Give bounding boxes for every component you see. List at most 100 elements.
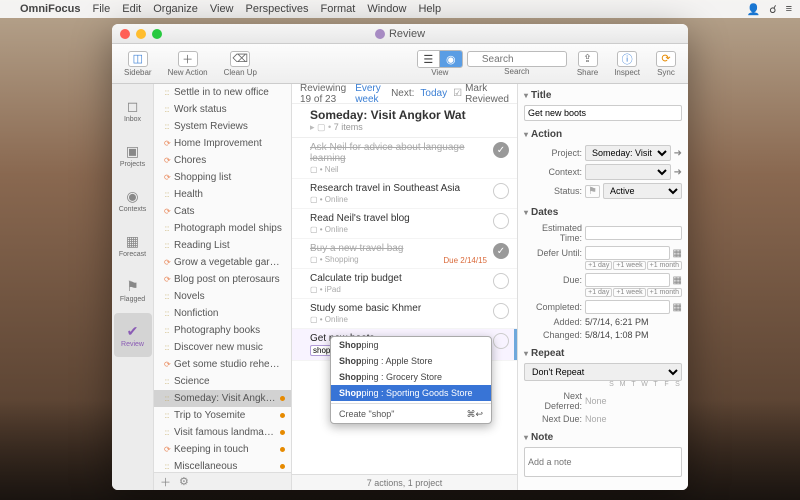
- task-checkbox[interactable]: ✓: [493, 243, 509, 259]
- menu-perspectives[interactable]: Perspectives: [246, 3, 309, 15]
- project-row[interactable]: ::Novels: [154, 288, 291, 305]
- share-button[interactable]: ⇪Share: [571, 49, 604, 79]
- task-row[interactable]: Research travel in Southeast Asia▢ • Onl…: [292, 179, 517, 209]
- autocomplete-option[interactable]: Shopping : Grocery Store: [331, 369, 491, 385]
- menu-organize[interactable]: Organize: [153, 3, 198, 15]
- settings-icon[interactable]: ⚙: [179, 475, 189, 488]
- task-checkbox[interactable]: [493, 183, 509, 199]
- search-icon[interactable]: ☌: [769, 3, 776, 16]
- inspector-context-select[interactable]: [585, 164, 671, 180]
- inspector-repeat-header[interactable]: Repeat: [524, 346, 682, 361]
- menu-help[interactable]: Help: [418, 3, 441, 15]
- project-row[interactable]: ⟳Chores: [154, 152, 291, 169]
- app-name[interactable]: OmniFocus: [20, 3, 81, 15]
- task-checkbox[interactable]: [493, 213, 509, 229]
- view-mode-2[interactable]: ◉: [440, 51, 462, 67]
- cleanup-button[interactable]: ⌫Clean Up: [218, 49, 263, 79]
- defer-plus-day[interactable]: +1 day: [585, 261, 612, 270]
- autocomplete-option[interactable]: Shopping : Apple Store: [331, 353, 491, 369]
- inspector-dates-header[interactable]: Dates: [524, 205, 682, 220]
- vtab-review[interactable]: ✔Review: [114, 313, 152, 357]
- review-next[interactable]: Today: [420, 88, 447, 99]
- search-field[interactable]: Search: [467, 51, 567, 76]
- task-row[interactable]: Calculate trip budget▢ • iPad: [292, 269, 517, 299]
- inspector-action-header[interactable]: Action: [524, 127, 682, 142]
- project-row[interactable]: ::Settle in to new office: [154, 84, 291, 101]
- inspector-note-header[interactable]: Note: [524, 430, 682, 445]
- view-mode-1[interactable]: ☰: [418, 51, 440, 67]
- project-row[interactable]: ::Science: [154, 373, 291, 390]
- defer-plus-week[interactable]: +1 week: [613, 261, 645, 270]
- user-icon[interactable]: 👤: [746, 3, 760, 16]
- vtab-contexts[interactable]: ◉Contexts: [114, 178, 152, 222]
- menu-edit[interactable]: Edit: [122, 3, 141, 15]
- task-row[interactable]: Ask Neil for advice about language learn…: [292, 138, 517, 179]
- project-row[interactable]: ⟳Home Improvement: [154, 135, 291, 152]
- due-plus-day[interactable]: +1 day: [585, 288, 612, 297]
- project-row[interactable]: ::Reading List: [154, 237, 291, 254]
- project-row[interactable]: ⟳Cats: [154, 203, 291, 220]
- defer-field[interactable]: [585, 246, 670, 260]
- inspector-project-select[interactable]: Someday: Visit A...: [585, 145, 671, 161]
- menu-file[interactable]: File: [93, 3, 111, 15]
- project-row[interactable]: ⟳Keeping in touch: [154, 441, 291, 458]
- menu-icon[interactable]: ≡: [786, 3, 792, 15]
- new-action-button[interactable]: ＋New Action: [162, 49, 214, 79]
- view-segment[interactable]: ☰◉ View: [417, 50, 463, 77]
- goto-context-icon[interactable]: ➜: [674, 167, 682, 178]
- task-checkbox[interactable]: ✓: [493, 142, 509, 158]
- task-row[interactable]: Study some basic Khmer▢ • Online: [292, 299, 517, 329]
- flag-icon[interactable]: ⚑: [585, 185, 600, 198]
- project-row[interactable]: ⟳Get some studio rehearsal time: [154, 356, 291, 373]
- project-row[interactable]: ::Work status: [154, 101, 291, 118]
- add-project-icon[interactable]: ＋: [160, 474, 171, 490]
- autocomplete-option[interactable]: Shopping : Sporting Goods Store: [331, 385, 491, 401]
- menu-window[interactable]: Window: [367, 3, 406, 15]
- vtab-inbox[interactable]: ◻Inbox: [114, 88, 152, 132]
- task-checkbox[interactable]: [493, 333, 509, 349]
- vtab-flagged[interactable]: ⚑Flagged: [114, 268, 152, 312]
- sync-button[interactable]: ⟳Sync: [650, 49, 682, 79]
- sidebar-button[interactable]: ◫Sidebar: [118, 49, 158, 79]
- inspector-status-select[interactable]: Active: [603, 183, 682, 199]
- project-row[interactable]: ⟳Shopping list: [154, 169, 291, 186]
- project-row[interactable]: ⟳Grow a vegetable garden: [154, 254, 291, 271]
- menu-format[interactable]: Format: [321, 3, 356, 15]
- project-row[interactable]: ::Nonfiction: [154, 305, 291, 322]
- completed-field[interactable]: [585, 300, 670, 314]
- project-row[interactable]: ::Discover new music: [154, 339, 291, 356]
- due-field[interactable]: [585, 273, 670, 287]
- due-plus-week[interactable]: +1 week: [613, 288, 645, 297]
- task-checkbox[interactable]: [493, 273, 509, 289]
- task-row[interactable]: Read Neil's travel blog▢ • Online: [292, 209, 517, 239]
- autocomplete-create[interactable]: Create "shop"⌘↩: [331, 406, 491, 423]
- inspector-title-field[interactable]: [524, 105, 682, 121]
- calendar-icon[interactable]: ▦: [673, 248, 682, 259]
- project-row[interactable]: ::Health: [154, 186, 291, 203]
- task-row[interactable]: Buy a new travel bag▢ • ShoppingDue 2/14…: [292, 239, 517, 269]
- project-row[interactable]: ::Visit famous landmarks: [154, 424, 291, 441]
- menu-view[interactable]: View: [210, 3, 234, 15]
- calendar-icon[interactable]: ▦: [673, 302, 682, 313]
- task-checkbox[interactable]: [493, 303, 509, 319]
- mark-reviewed-button[interactable]: ☑Mark Reviewed: [453, 83, 509, 105]
- calendar-icon[interactable]: ▦: [673, 275, 682, 286]
- autocomplete-option[interactable]: Shopping: [331, 337, 491, 353]
- due-plus-month[interactable]: +1 month: [647, 288, 682, 297]
- project-row[interactable]: ::Trip to Yosemite: [154, 407, 291, 424]
- goto-project-icon[interactable]: ➜: [674, 148, 682, 159]
- search-input[interactable]: [467, 51, 567, 67]
- vtab-projects[interactable]: ▣Projects: [114, 133, 152, 177]
- vtab-forecast[interactable]: ▦Forecast: [114, 223, 152, 267]
- project-row[interactable]: ⟳Blog post on pterosaurs: [154, 271, 291, 288]
- inspect-button[interactable]: ⓘInspect: [608, 49, 646, 79]
- repeat-select[interactable]: Don't Repeat: [524, 363, 682, 381]
- project-row[interactable]: ::Someday: Visit Angkor Wat: [154, 390, 291, 407]
- defer-plus-month[interactable]: +1 month: [647, 261, 682, 270]
- project-row[interactable]: ::Photography books: [154, 322, 291, 339]
- project-row[interactable]: ::Photograph model ships: [154, 220, 291, 237]
- review-freq[interactable]: Every week: [355, 83, 385, 105]
- note-field[interactable]: [524, 447, 682, 477]
- inspector-title-header[interactable]: Title: [524, 88, 682, 103]
- project-row[interactable]: ::System Reviews: [154, 118, 291, 135]
